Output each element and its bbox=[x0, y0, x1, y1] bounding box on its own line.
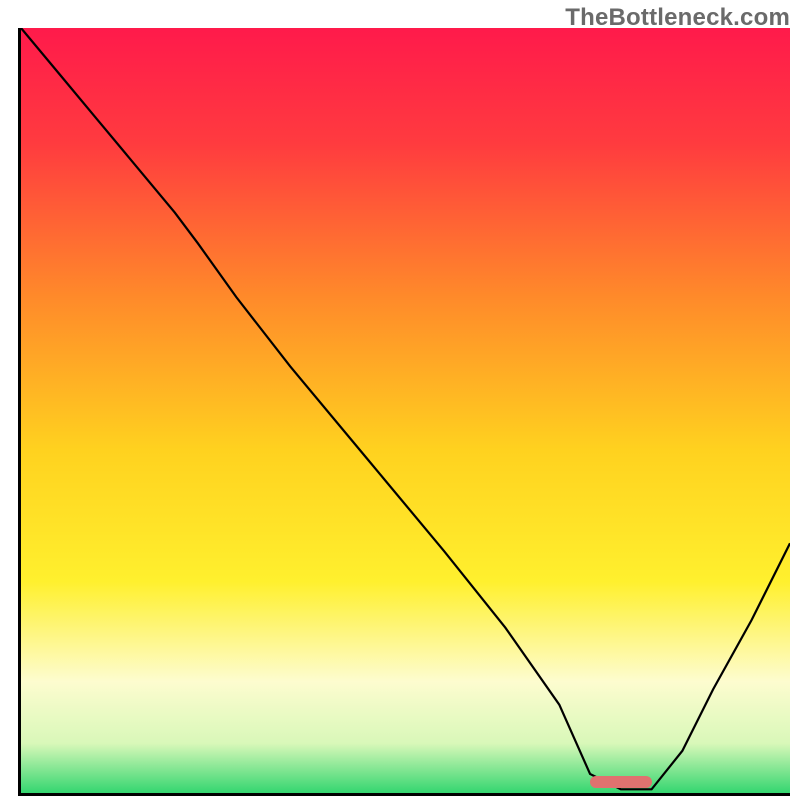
bottleneck-curve bbox=[21, 28, 790, 796]
optimum-marker bbox=[590, 776, 652, 788]
plot-area bbox=[18, 28, 790, 796]
chart-frame: TheBottleneck.com bbox=[0, 0, 800, 800]
